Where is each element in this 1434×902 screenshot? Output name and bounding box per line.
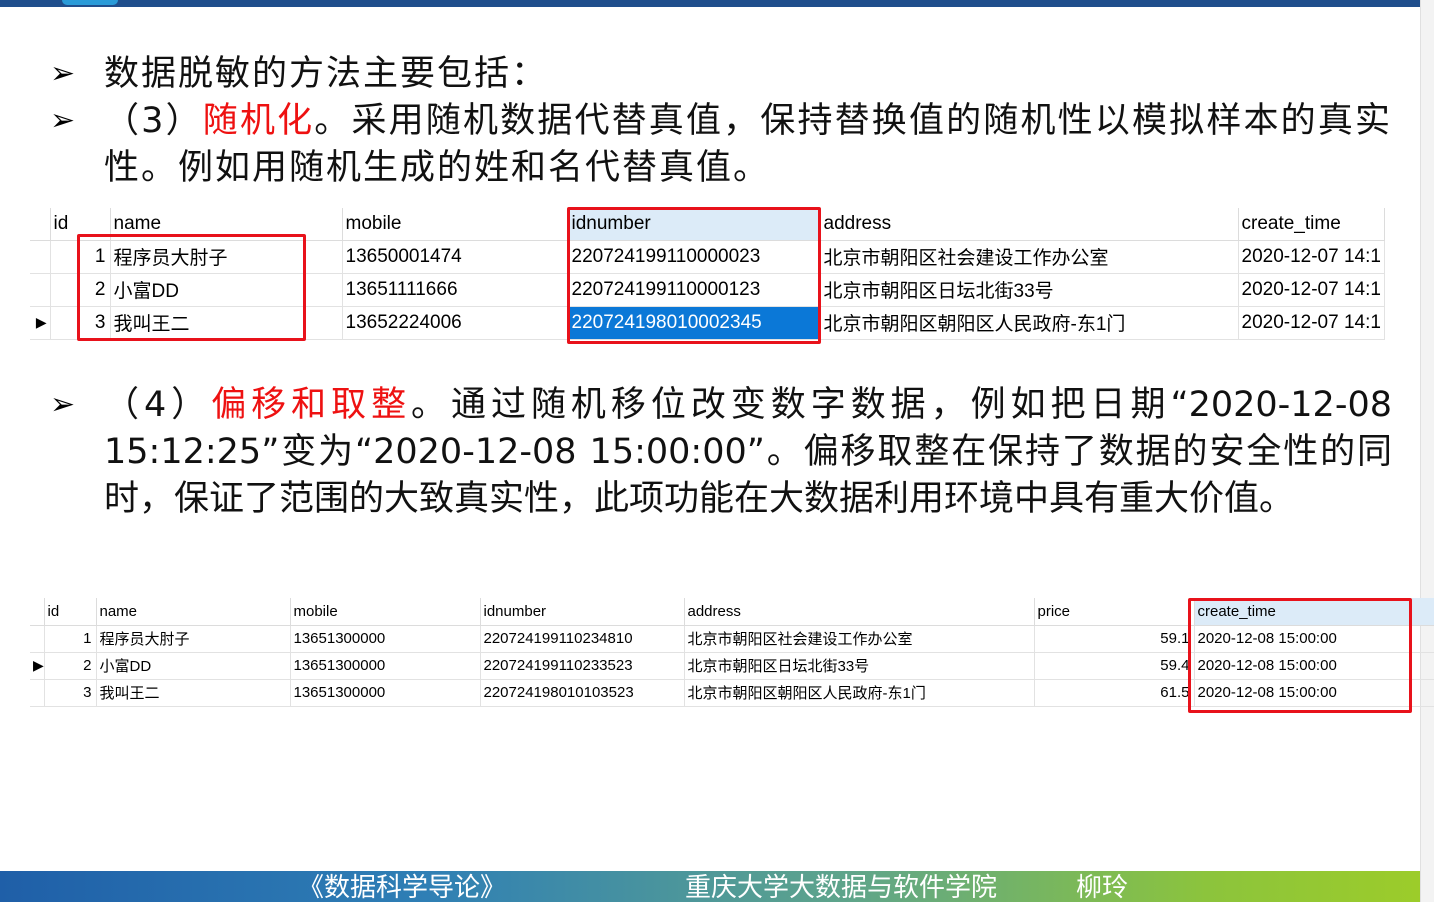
create-time-cell[interactable]: 2020-12-07 14:1	[1238, 273, 1385, 307]
column-header[interactable]: mobile	[290, 598, 481, 626]
create-time-cell[interactable]: 2020-12-07 14:1	[1238, 240, 1385, 274]
top-bar	[0, 0, 1420, 7]
idnumber-cell[interactable]: 220724198010103523	[480, 679, 685, 707]
footer-author: 柳玲	[1076, 873, 1129, 902]
mobile-cell[interactable]: 13650001474	[342, 240, 569, 274]
price-cell[interactable]: 59.1	[1034, 625, 1195, 653]
mobile-cell[interactable]: 13651111666	[342, 273, 569, 307]
id-cell[interactable]: 3	[44, 679, 97, 707]
idnumber-cell[interactable]: 220724199110234810	[480, 625, 685, 653]
footer-course-title: 《数据科学导论》	[298, 873, 507, 902]
address-cell[interactable]: 北京市朝阳区朝阳区人民政府-东1门	[820, 306, 1239, 340]
create-time-cell[interactable]: 2020-12-07 14:1	[1238, 306, 1385, 340]
arrow-bullet-icon: ➢	[50, 387, 76, 422]
create-time-column-highlight-box	[1188, 598, 1412, 713]
footer-bar: 《数据科学导论》 重庆大学大数据与软件学院 柳玲	[0, 871, 1420, 902]
name-cell[interactable]: 小富DD	[96, 652, 291, 680]
name-cell[interactable]: 我叫王二	[96, 679, 291, 707]
address-cell[interactable]: 北京市朝阳区朝阳区人民政府-东1门	[684, 679, 1035, 707]
column-header[interactable]: create_time	[1238, 208, 1385, 241]
address-cell[interactable]: 北京市朝阳区社会建设工作办公室	[820, 240, 1239, 274]
column-header[interactable]: mobile	[342, 208, 569, 241]
column-header[interactable]: name	[96, 598, 291, 626]
column-header[interactable]: price	[1034, 598, 1195, 626]
address-cell[interactable]: 北京市朝阳区日坛北街33号	[684, 652, 1035, 680]
mobile-cell[interactable]: 13651300000	[290, 652, 481, 680]
row-marker	[30, 240, 51, 274]
mobile-cell[interactable]: 13652224006	[342, 306, 569, 340]
id-cell[interactable]: 1	[44, 625, 97, 653]
idnumber-cell[interactable]: 220724199110233523	[480, 652, 685, 680]
mobile-cell[interactable]: 13651300000	[290, 679, 481, 707]
current-row-arrow-icon: ▶	[30, 306, 51, 340]
method-4-text: （4）偏移和取整。通过随机移位改变数字数据，例如把日期“2020-12-08 1…	[104, 382, 1392, 523]
address-cell[interactable]: 北京市朝阳区日坛北街33号	[820, 273, 1239, 307]
logo-mark	[62, 0, 118, 5]
mobile-cell[interactable]: 13651300000	[290, 625, 481, 653]
row-marker	[30, 625, 45, 653]
method-3-text: （3）随机化。采用随机数据代替真值，保持替换值的随机性以模拟样本的真实性。例如用…	[104, 98, 1392, 192]
column-header[interactable]: address	[684, 598, 1035, 626]
id-cell[interactable]: 2	[44, 652, 97, 680]
row-marker-header	[30, 208, 51, 241]
row-marker	[30, 273, 51, 307]
column-header[interactable]: id	[44, 598, 97, 626]
idnumber-column-highlight-box	[567, 207, 821, 344]
row-marker	[30, 679, 45, 707]
method-3-prefix: （3）	[104, 101, 203, 141]
column-header[interactable]: idnumber	[480, 598, 685, 626]
address-cell[interactable]: 北京市朝阳区社会建设工作办公室	[684, 625, 1035, 653]
method-4-highlight: 偏移和取整	[211, 385, 412, 425]
price-cell[interactable]: 59.4	[1034, 652, 1195, 680]
method-4-prefix: （4）	[104, 385, 212, 425]
name-column-highlight-box	[77, 234, 306, 341]
arrow-bullet-icon: ➢	[50, 56, 76, 91]
right-gutter	[1420, 0, 1434, 902]
row-marker-header	[30, 598, 45, 626]
current-row-arrow-icon: ▶	[30, 652, 45, 680]
method-3-highlight: 随机化	[202, 101, 315, 141]
arrow-bullet-icon: ➢	[50, 103, 76, 138]
intro-text: 数据脱敏的方法主要包括：	[104, 54, 549, 94]
name-cell[interactable]: 程序员大肘子	[96, 625, 291, 653]
footer-school: 重庆大学大数据与软件学院	[685, 873, 998, 902]
column-header[interactable]: address	[820, 208, 1239, 241]
price-cell[interactable]: 61.5	[1034, 679, 1195, 707]
